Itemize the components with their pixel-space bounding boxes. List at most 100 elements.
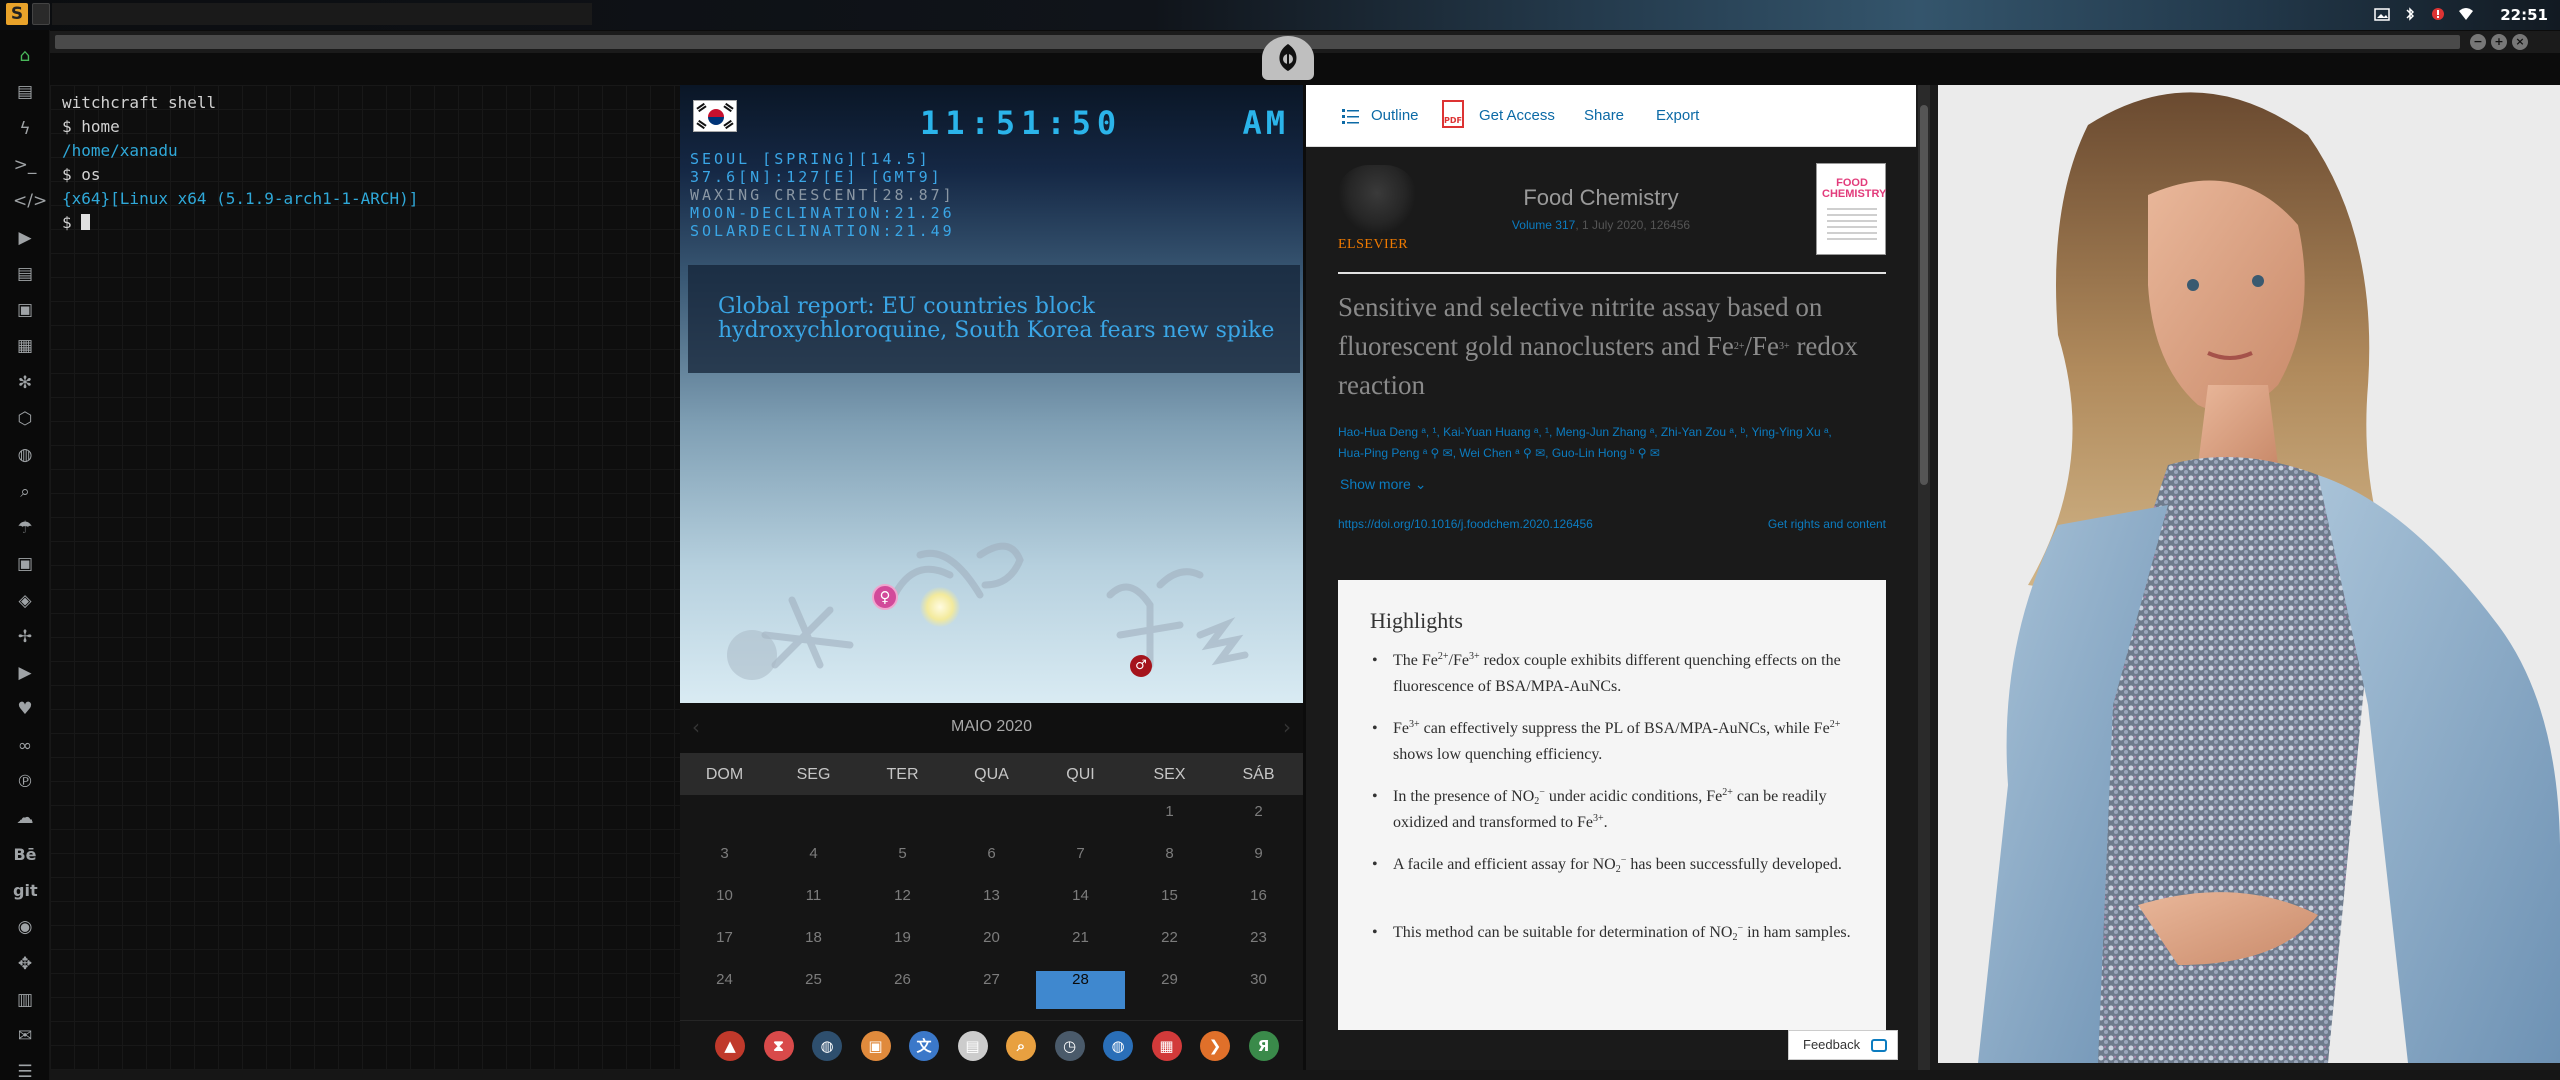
pinterest-icon[interactable]: ℗ [13, 770, 37, 794]
home-icon[interactable]: ⌂ [13, 44, 37, 68]
magnifier-icon[interactable]: ⌕ [1006, 1031, 1036, 1061]
clock-icon[interactable]: ◷ [1054, 1031, 1085, 1061]
calendar-day[interactable]: 22 [1125, 929, 1214, 967]
elsevier-wordmark[interactable]: ELSEVIER [1338, 237, 1408, 253]
wifi-icon[interactable] [2458, 6, 2474, 22]
code-icon[interactable]: </> [13, 189, 47, 213]
image-icon[interactable] [2374, 6, 2390, 22]
terminal-icon[interactable]: >_ [13, 153, 37, 177]
calendar-day[interactable]: 19 [858, 929, 947, 967]
settings-icon[interactable]: ✻ [13, 371, 37, 395]
volume-link[interactable]: Volume 317 [1512, 218, 1575, 232]
maximize-icon[interactable]: + [2491, 34, 2507, 50]
cloud-icon[interactable]: ☁ [13, 806, 37, 830]
notes-icon[interactable]: ▤ [957, 1031, 988, 1061]
news-icon[interactable]: ▦ [13, 334, 37, 358]
mail-icon[interactable]: ✉ [13, 1024, 37, 1048]
calendar-icon[interactable]: ▦ [1151, 1031, 1182, 1061]
infinity-icon[interactable]: ∞ [13, 734, 37, 758]
bluetooth-icon[interactable] [2402, 6, 2418, 22]
export-button[interactable]: Export [1656, 107, 1699, 124]
calendar-day[interactable]: 25 [769, 971, 858, 1009]
calendar-day[interactable]: 10 [680, 887, 769, 925]
calendar-day[interactable]: 30 [1214, 971, 1303, 1009]
storage-icon[interactable]: ☰ [13, 1060, 37, 1080]
calendar-next-button[interactable]: › [1283, 715, 1291, 739]
contact-icon[interactable]: ▣ [13, 552, 37, 576]
hexagon-icon[interactable]: ⬡ [13, 407, 37, 431]
clock[interactable]: 22:51 [2500, 6, 2548, 24]
news-headline[interactable]: Global report: EU countries block hydrox… [718, 295, 1278, 343]
get-access-button[interactable]: Get Access [1479, 107, 1555, 124]
heart-icon[interactable]: ♥ [13, 697, 37, 721]
show-more-button[interactable]: Show more ⌄ [1340, 476, 1426, 493]
calendar-day[interactable]: 15 [1125, 887, 1214, 925]
outline-icon[interactable] [1342, 107, 1360, 125]
scrollbar-thumb[interactable] [1920, 105, 1928, 485]
app-menu-icon[interactable]: S [6, 3, 28, 25]
earth-icon[interactable]: ◍ [812, 1031, 842, 1061]
git-icon[interactable]: git [13, 879, 38, 903]
calendar-day[interactable]: 6 [947, 845, 1036, 883]
expand-icon[interactable]: ✢ [13, 625, 37, 649]
calendar-day[interactable]: 23 [1214, 929, 1303, 967]
document-icon[interactable]: ▤ [13, 262, 37, 286]
calendar-day[interactable]: 11 [769, 887, 858, 925]
author-list[interactable]: Hao-Hua Deng ᵃ, ¹, Kai-Yuan Huang ᵃ, ¹, … [1338, 422, 1893, 464]
umbrella-icon[interactable]: ☂ [13, 516, 37, 540]
terminal-cursor[interactable] [81, 214, 91, 230]
calendar-day[interactable]: 24 [680, 971, 769, 1009]
authors-line[interactable]: Hao-Hua Deng ᵃ, ¹, Kai-Yuan Huang ᵃ, ¹, … [1338, 422, 1893, 443]
map-icon[interactable]: ▥ [13, 988, 37, 1012]
behance-icon[interactable]: Bē [13, 843, 37, 867]
calendar-day[interactable]: 9 [1214, 845, 1303, 883]
web-icon[interactable]: ◍ [1103, 1031, 1133, 1061]
share-button[interactable]: Share [1584, 107, 1624, 124]
arrow-icon[interactable]: ❯ [1200, 1031, 1230, 1061]
calendar-day[interactable]: 21 [1036, 929, 1125, 967]
hourglass-icon[interactable]: ⧗ [763, 1031, 794, 1061]
calendar-day[interactable]: 8 [1125, 845, 1214, 883]
calendar-day[interactable]: 26 [858, 971, 947, 1009]
calendar-day[interactable]: 13 [947, 887, 1036, 925]
github-icon[interactable]: ◉ [13, 915, 37, 939]
calendar-day[interactable]: 27 [947, 971, 1036, 1009]
calendar-day[interactable]: 7 [1036, 845, 1125, 883]
scrollbar[interactable] [1918, 85, 1930, 1070]
close-icon[interactable]: × [2512, 34, 2528, 50]
translate-icon[interactable]: 文 [909, 1031, 939, 1061]
elsevier-logo[interactable] [1338, 165, 1416, 235]
bolt-icon[interactable]: ϟ [13, 117, 37, 141]
yandex-icon[interactable]: Я [1248, 1031, 1279, 1061]
calendar-day[interactable]: 2 [1214, 803, 1303, 841]
calendar-day[interactable]: 4 [769, 845, 858, 883]
file-icon[interactable]: ▤ [13, 80, 37, 104]
image-icon[interactable]: ▣ [13, 298, 37, 322]
calendar-day[interactable]: 29 [1125, 971, 1214, 1009]
calendar-day[interactable]: 17 [680, 929, 769, 967]
doi-link[interactable]: https://doi.org/10.1016/j.foodchem.2020.… [1338, 517, 1593, 531]
calendar-day[interactable]: 18 [769, 929, 858, 967]
calendar-day[interactable]: 14 [1036, 887, 1125, 925]
arch-icon[interactable]: ▲ [715, 1031, 745, 1061]
journal-cover[interactable]: FOOD CHEMISTRY [1816, 163, 1886, 255]
minimize-icon[interactable]: − [2470, 34, 2486, 50]
photo-icon[interactable]: ▣ [860, 1031, 891, 1061]
alert-icon[interactable] [2430, 6, 2446, 22]
authors-line[interactable]: Hua-Ping Peng ᵃ ⚲ ✉, Wei Chen ᵃ ⚲ ✉, Guo… [1338, 443, 1893, 464]
search-icon[interactable]: ⌕ [13, 480, 37, 504]
news-headline-box[interactable]: Global report: EU countries block hydrox… [688, 265, 1300, 373]
calendar-day[interactable]: 3 [680, 845, 769, 883]
calendar-day[interactable]: 5 [858, 845, 947, 883]
git-diamond-icon[interactable]: ◈ [13, 589, 37, 613]
calendar-day[interactable]: 20 [947, 929, 1036, 967]
rights-link[interactable]: Get rights and content [1768, 517, 1886, 531]
workspace-indicator[interactable] [32, 3, 50, 25]
calendar-today[interactable]: 28 [1036, 971, 1125, 1009]
play-icon[interactable]: ▶ [13, 226, 37, 250]
journal-name[interactable]: Food Chemistry [1436, 185, 1766, 211]
globe-icon[interactable]: ◍ [13, 443, 37, 467]
calendar-day[interactable]: 1 [1125, 803, 1214, 841]
gamepad-icon[interactable]: ✥ [13, 952, 37, 976]
youtube-icon[interactable]: ▶ [13, 661, 37, 685]
